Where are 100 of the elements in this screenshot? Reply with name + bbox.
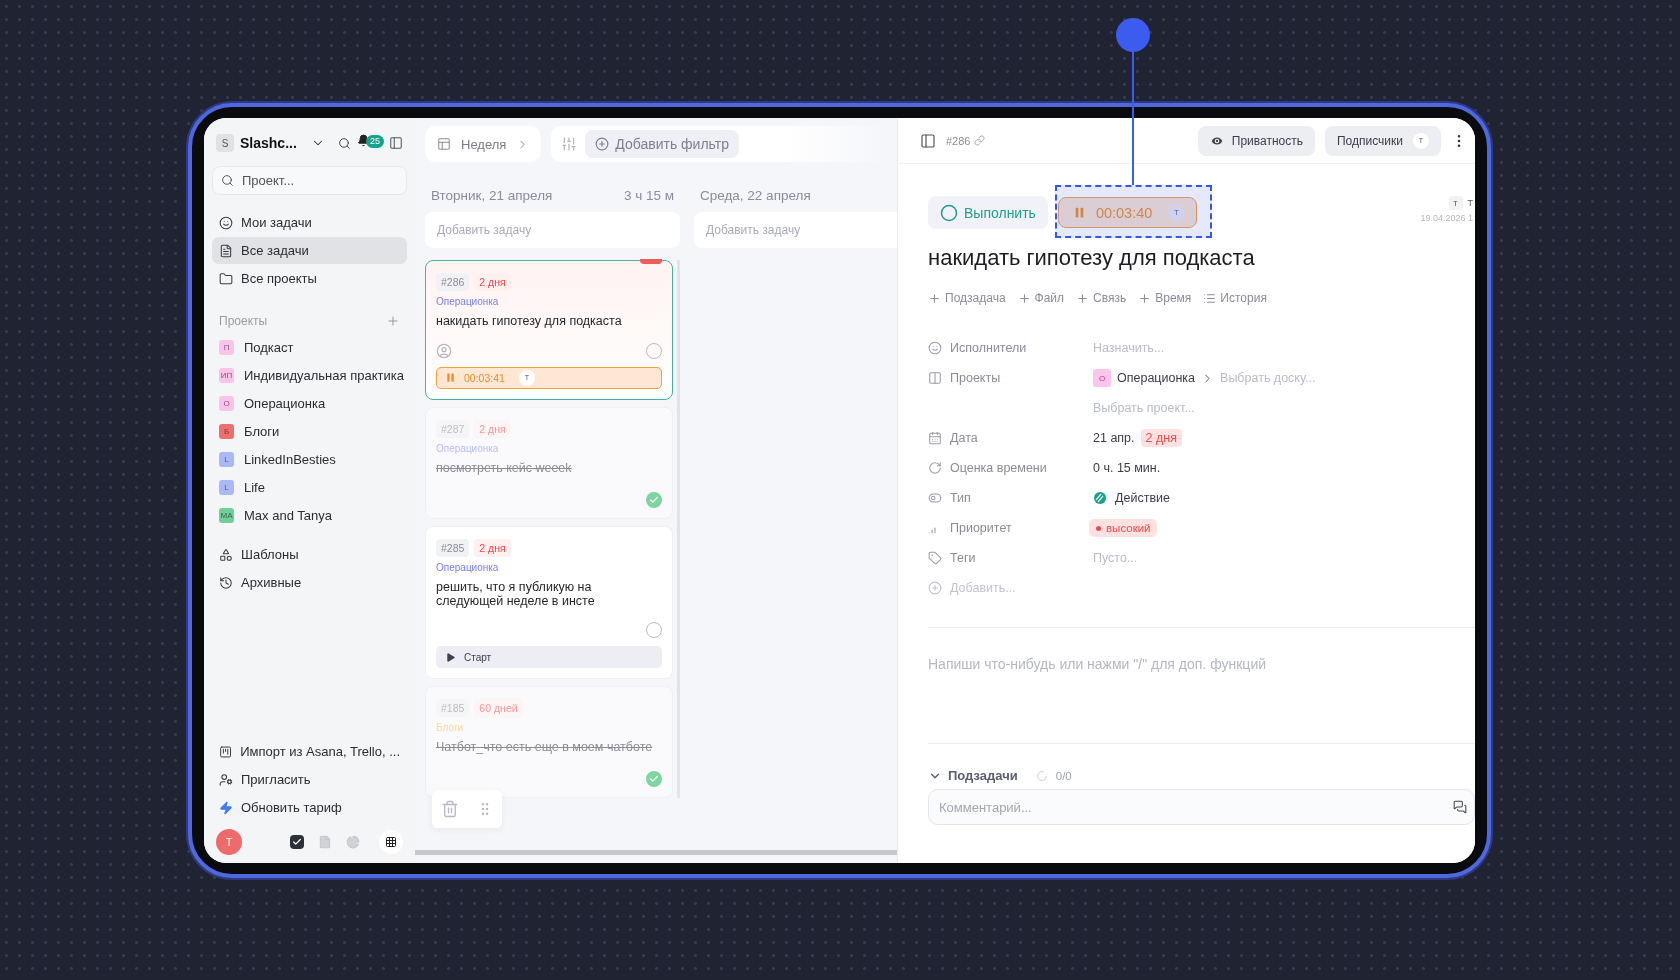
sliders-icon[interactable] (561, 136, 578, 152)
privacy-button[interactable]: Приватность (1197, 125, 1315, 156)
plus-icon[interactable] (386, 314, 400, 328)
annotation-marker (1116, 18, 1150, 52)
plus-icon (928, 291, 941, 305)
project-name: Life (244, 480, 265, 495)
tag-icon (928, 551, 942, 565)
project-item[interactable]: П Подкаст (212, 334, 407, 361)
task-title: накидать гипотезу для подкаста (436, 315, 622, 329)
nav-item[interactable]: Все задачи (212, 237, 407, 264)
project-label: Блоги (436, 722, 464, 734)
refresh-icon (928, 461, 942, 475)
project-name[interactable]: Операционка (1117, 371, 1196, 385)
workspace-name: Slashc... (240, 135, 297, 151)
comment-field[interactable]: Комментарий... (928, 789, 1475, 825)
project-item[interactable]: L Life (212, 474, 407, 501)
property-label: Проекты (950, 371, 1001, 385)
task-title: Чатбот_что есть еще в моем чатботе (436, 741, 653, 755)
task-id: #286 (946, 134, 971, 147)
calculator-button[interactable] (379, 830, 403, 854)
due-tag: 60 дней (474, 699, 523, 718)
author-name: Т (1467, 198, 1473, 208)
progress-ring-icon (1035, 769, 1048, 782)
document-tab[interactable] (318, 835, 332, 849)
workspace-avatar[interactable]: S (216, 134, 234, 152)
property-label: Исполнители (950, 341, 1027, 355)
project-badge: MA (219, 508, 234, 523)
task-title[interactable]: накидать гипотезу для подкаста (928, 245, 1475, 271)
user-icon[interactable] (436, 342, 452, 359)
project-name: Max and Tanya (244, 508, 332, 523)
nav-item[interactable]: Все проекты (212, 265, 407, 292)
section-title: Проекты (219, 314, 268, 328)
project-badge: О (1093, 369, 1111, 387)
type-value[interactable]: Действие (1115, 491, 1170, 505)
view-button[interactable]: Неделя (425, 126, 542, 162)
property-value[interactable]: 0 ч. 15 мин. (1093, 461, 1161, 475)
sidebar-toggle-icon[interactable] (389, 136, 403, 150)
project-item[interactable]: О Операционка (212, 390, 407, 417)
day-total: 3 ч 15 м (623, 188, 674, 205)
plus-icon (1017, 291, 1031, 305)
grid-icon (385, 835, 397, 849)
nav-item[interactable]: Обновить тариф (212, 794, 407, 821)
shapes-icon (219, 547, 233, 562)
project-badge: О (219, 396, 234, 411)
project-item[interactable]: MA Max and Tanya (212, 502, 407, 529)
property-label: Теги (950, 551, 976, 565)
document-icon (318, 835, 332, 849)
notification-count: 25 (366, 135, 384, 148)
action-link[interactable]: Файл (1017, 291, 1065, 305)
property-label: Тип (950, 491, 971, 505)
striped-circle-icon (1093, 491, 1109, 505)
link-icon[interactable] (974, 135, 986, 146)
project-item[interactable]: ИП Индивидуальная практика (212, 362, 407, 389)
smile-icon (219, 215, 233, 230)
property-label: Приоритет (950, 521, 1012, 535)
plus-icon (1076, 291, 1090, 305)
checkmark-tab[interactable] (290, 835, 304, 849)
panel-icon[interactable] (920, 132, 936, 149)
project-badge: П (219, 340, 234, 355)
scrollbar[interactable] (415, 850, 897, 855)
day-title: Среда, 22 апреля (700, 188, 811, 205)
dot-icon (1096, 525, 1101, 531)
project-item[interactable]: Б Блоги (212, 418, 407, 445)
day-title: Вторник, 21 апреля (431, 188, 553, 205)
nav-item[interactable]: Шаблоны (212, 541, 407, 568)
bell-icon[interactable] (357, 134, 370, 147)
created-date: 19.04.2026 1 (1420, 213, 1473, 223)
search-field[interactable]: Проект... (212, 166, 407, 195)
task-id: #286 (436, 273, 470, 291)
action-link[interactable]: История (1203, 291, 1267, 305)
date-value[interactable]: 21 апр. (1093, 431, 1135, 445)
done-check-icon[interactable] (646, 491, 662, 508)
plus-circle-icon (928, 581, 942, 595)
task-card[interactable]: #285 2 дня Операционка решить, что я публикую на следующей неделе в инсте Старт (425, 525, 673, 680)
nav-item[interactable]: Пригласить (212, 766, 407, 793)
nav-item[interactable]: Импорт из Asana, Trello, ... (212, 738, 407, 765)
chart-tab[interactable] (346, 835, 360, 849)
project-item[interactable]: L LinkedInBesties (212, 446, 407, 473)
subtasks-toggle[interactable]: Подзадачи (928, 768, 1018, 783)
due-tag: 2 дня (1140, 429, 1182, 447)
property-label: Дата (950, 431, 978, 445)
project-badge: L (219, 480, 234, 495)
trash-icon[interactable] (441, 800, 459, 818)
project-name: Блоги (244, 424, 280, 439)
search-icon (221, 174, 234, 187)
done-check-icon[interactable] (646, 771, 662, 788)
columns-icon (928, 371, 942, 385)
layout-icon (437, 137, 451, 151)
user-gear-icon (219, 772, 233, 787)
task-title: решить, что я публикую на следующей неделе в инсте (436, 580, 596, 609)
lightning-icon (219, 800, 233, 815)
nav-item[interactable]: Архивные (212, 569, 407, 596)
due-tag: 2 дня (474, 273, 511, 291)
toggle-icon (928, 491, 942, 505)
search-icon[interactable] (338, 136, 351, 150)
subtask-count: 0/0 (1055, 769, 1072, 782)
nav-item[interactable]: Мои задачи (212, 209, 407, 236)
add-filter-button[interactable]: Добавить фильтр (585, 130, 739, 158)
start-button[interactable]: Старт (436, 646, 662, 669)
project-badge: ИП (219, 368, 234, 383)
